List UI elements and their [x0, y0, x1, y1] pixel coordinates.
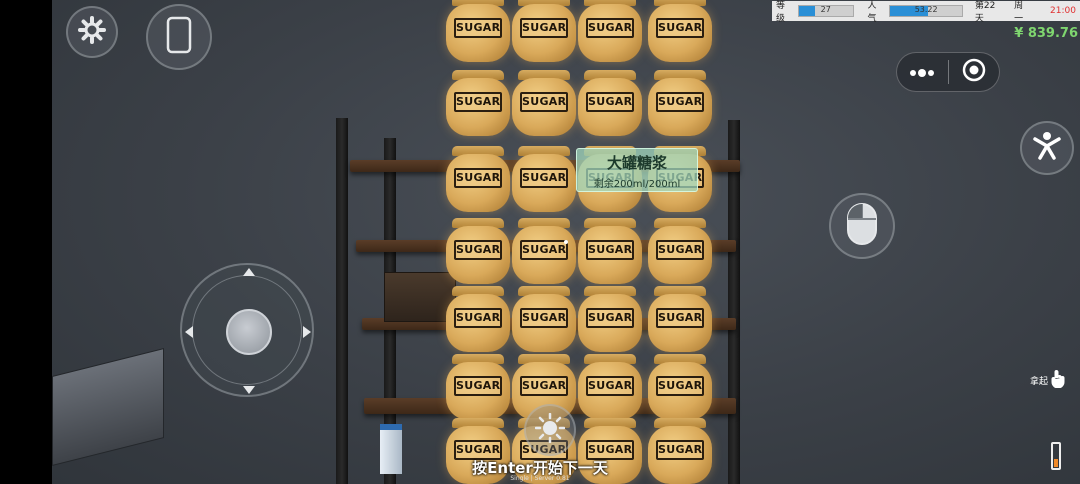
jar-label: SUGAR — [656, 308, 704, 328]
pickup-label: 拿起 — [1030, 377, 1049, 387]
jar-label: SUGAR — [454, 240, 502, 260]
popularity-label: 人气 — [867, 1, 877, 24]
crosshair-dot — [564, 240, 568, 244]
tooltip-title: 大罐糖浆 — [606, 154, 667, 172]
more-dots-icon — [909, 63, 935, 82]
jar-label: SUGAR — [586, 240, 634, 260]
jar-label: SUGAR — [586, 92, 634, 112]
jar-label: SUGAR — [520, 168, 568, 188]
sugar-jar[interactable]: SUGAR — [512, 146, 576, 214]
jar-label: SUGAR — [586, 308, 634, 328]
jar-label: SUGAR — [454, 168, 502, 188]
jar-label: SUGAR — [656, 240, 704, 260]
sugar-jar[interactable]: SUGAR — [446, 218, 510, 286]
sugar-jar[interactable]: SUGAR — [512, 218, 576, 286]
mouse-icon — [845, 201, 879, 251]
close-capsule-button[interactable] — [948, 58, 999, 86]
shelf-post — [336, 118, 348, 484]
hand-icon — [1051, 370, 1065, 391]
joystick-right-arrow — [303, 326, 311, 338]
jar-label: SUGAR — [656, 92, 704, 112]
settings-button[interactable] — [66, 6, 118, 58]
phone-button[interactable] — [146, 4, 212, 70]
joystick-left-arrow — [185, 326, 193, 338]
jar-label: SUGAR — [586, 18, 634, 38]
jar-label: SUGAR — [656, 18, 704, 38]
jar-label: SUGAR — [520, 18, 568, 38]
jar-label: SUGAR — [454, 376, 502, 396]
sugar-jar[interactable]: SUGAR — [578, 70, 642, 138]
sugar-jar[interactable]: SUGAR — [648, 0, 712, 64]
item-tooltip: 大罐糖浆 剩余200ml/200ml — [576, 148, 698, 192]
jar-label: SUGAR — [586, 376, 634, 396]
sugar-jar[interactable]: SUGAR — [648, 70, 712, 138]
movement-joystick[interactable] — [180, 263, 314, 397]
sugar-jar[interactable]: SUGAR — [512, 286, 576, 354]
jar-label: SUGAR — [454, 308, 502, 328]
day-label: 第22天 — [974, 1, 996, 24]
joystick-knob[interactable] — [226, 309, 272, 355]
sugar-jar[interactable]: SUGAR — [446, 70, 510, 138]
sugar-jar[interactable]: SUGAR — [446, 0, 510, 64]
joystick-down-arrow — [243, 386, 255, 394]
sugar-jar[interactable]: SUGAR — [446, 286, 510, 354]
level-label: 等级 — [776, 1, 786, 24]
popularity-value: 53.22 — [914, 5, 938, 14]
tooltip-remaining: 剩余200ml/200ml — [593, 179, 681, 190]
status-hud: 等级 27 人气 53.22 第22天 周一 21:00 — [772, 1, 1080, 24]
sun-icon — [534, 412, 566, 447]
jar-label: SUGAR — [520, 376, 568, 396]
money-display: ¥ 839.76 — [1014, 26, 1078, 41]
more-options-button[interactable] — [897, 63, 948, 82]
jar-label: SUGAR — [520, 92, 568, 112]
gear-icon — [78, 16, 106, 48]
jar-label: SUGAR — [656, 376, 704, 396]
left-black-bar — [0, 0, 52, 484]
sugar-jar[interactable]: SUGAR — [578, 0, 642, 64]
sugar-jar[interactable]: SUGAR — [446, 354, 510, 422]
counter-table — [52, 348, 164, 466]
phone-icon — [166, 16, 192, 58]
sugar-jar[interactable]: SUGAR — [446, 146, 510, 214]
popularity-bar: 53.22 — [889, 5, 963, 17]
pickup-action[interactable]: 拿起 — [1030, 370, 1065, 391]
mini-program-menu — [896, 52, 1000, 92]
weekday-label: 周一 — [1014, 1, 1024, 24]
jar-label: SUGAR — [454, 18, 502, 38]
level-bar: 27 — [797, 5, 854, 17]
sugar-jar[interactable]: SUGAR — [648, 354, 712, 422]
sugar-jar[interactable]: SUGAR — [512, 70, 576, 138]
shelf-post — [728, 120, 740, 484]
sugar-jar[interactable]: SUGAR — [512, 0, 576, 64]
interact-button[interactable] — [829, 193, 895, 259]
jar-label: SUGAR — [454, 92, 502, 112]
clock-time: 21:00 — [1050, 6, 1076, 16]
sugar-jar[interactable]: SUGAR — [648, 218, 712, 286]
jar-label: SUGAR — [520, 308, 568, 328]
version-text: Single | Server 0.81 — [510, 475, 570, 482]
sugar-jar[interactable]: SUGAR — [648, 286, 712, 354]
sugar-jar[interactable]: SUGAR — [578, 286, 642, 354]
next-day-button[interactable] — [524, 404, 576, 456]
sugar-jar[interactable]: SUGAR — [578, 354, 642, 422]
jump-button[interactable] — [1020, 121, 1074, 175]
level-value: 27 — [820, 5, 831, 14]
target-icon — [962, 58, 986, 86]
jump-icon — [1031, 130, 1063, 166]
jar-label: SUGAR — [520, 240, 568, 260]
sugar-jar[interactable]: SUGAR — [578, 218, 642, 286]
joystick-up-arrow — [243, 268, 255, 276]
